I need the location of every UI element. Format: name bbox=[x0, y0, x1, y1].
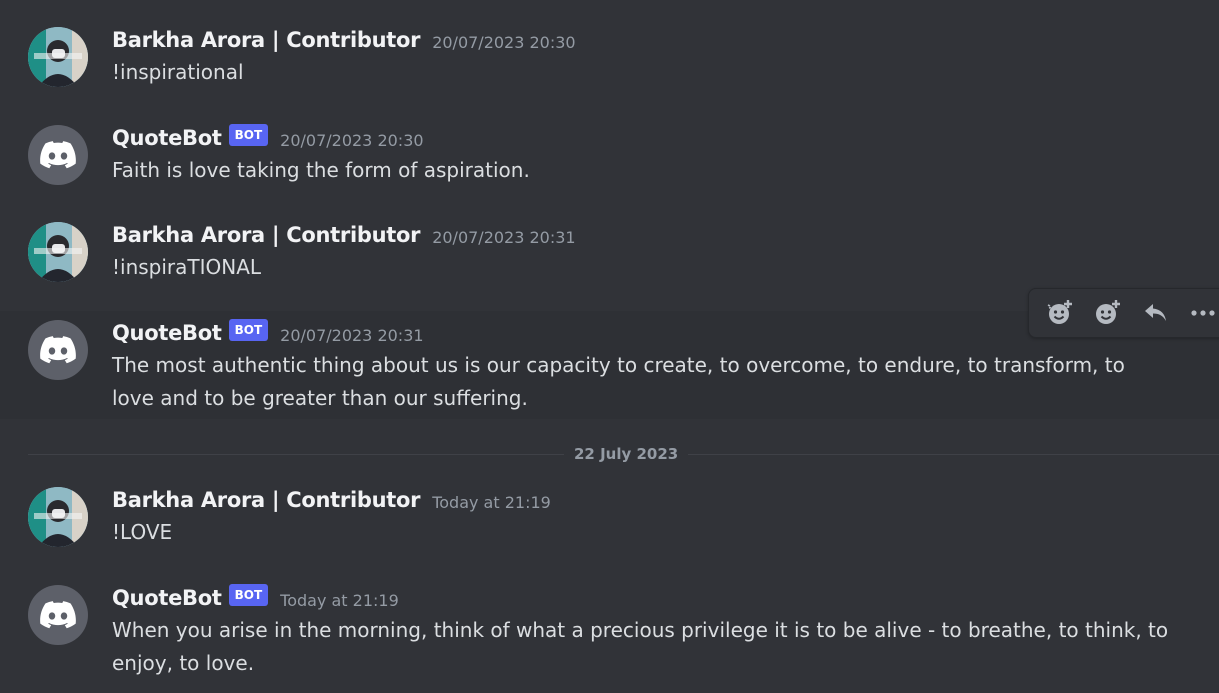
avatar[interactable] bbox=[28, 585, 88, 645]
reply-button[interactable] bbox=[1132, 293, 1180, 333]
add-super-reaction-icon bbox=[1047, 300, 1072, 324]
message-header: Barkha Arora | Contributor 20/07/2023 20… bbox=[112, 221, 576, 249]
avatar[interactable] bbox=[28, 320, 88, 380]
message-item[interactable]: Barkha Arora | Contributor 20/07/2023 20… bbox=[0, 18, 1219, 108]
discord-logo-icon bbox=[40, 601, 76, 629]
avatar[interactable] bbox=[28, 125, 88, 185]
timestamp[interactable]: 20/07/2023 20:30 bbox=[432, 33, 575, 52]
reply-icon bbox=[1144, 304, 1166, 321]
author-name[interactable]: Barkha Arora | Contributor bbox=[112, 223, 420, 247]
message-actions-toolbar bbox=[1028, 288, 1219, 338]
message-content: !LOVE bbox=[112, 520, 173, 544]
message-item[interactable]: QuoteBot BOT Today at 21:19 When you ari… bbox=[0, 576, 1219, 693]
add-super-reaction-button[interactable] bbox=[1037, 293, 1085, 333]
message-header: Barkha Arora | Contributor Today at 21:1… bbox=[112, 486, 551, 514]
more-options-button[interactable] bbox=[1180, 293, 1219, 333]
message-content: !inspiraTIONAL bbox=[112, 255, 262, 279]
more-icon bbox=[1191, 310, 1215, 316]
bot-badge: BOT bbox=[228, 124, 269, 146]
message-item[interactable]: Barkha Arora | Contributor Today at 21:1… bbox=[0, 478, 1219, 568]
bot-badge: BOT bbox=[228, 584, 269, 606]
message-content: !inspirational bbox=[112, 60, 244, 84]
avatar[interactable] bbox=[28, 27, 88, 87]
bot-badge: BOT bbox=[228, 319, 269, 341]
message-header: Barkha Arora | Contributor 20/07/2023 20… bbox=[112, 26, 576, 54]
message-content: The most authentic thing about us is our… bbox=[112, 353, 1125, 410]
date-divider-label: 22 July 2023 bbox=[564, 443, 689, 465]
timestamp[interactable]: Today at 21:19 bbox=[280, 591, 399, 610]
add-reaction-icon bbox=[1096, 300, 1121, 324]
timestamp[interactable]: 20/07/2023 20:30 bbox=[280, 131, 423, 150]
timestamp[interactable]: 20/07/2023 20:31 bbox=[280, 326, 423, 345]
author-name[interactable]: QuoteBot bbox=[112, 126, 222, 150]
message-content: When you arise in the morning, think of … bbox=[112, 618, 1169, 675]
author-name[interactable]: QuoteBot bbox=[112, 586, 222, 610]
chat-log: Barkha Arora | Contributor 20/07/2023 20… bbox=[0, 0, 1219, 693]
message-header: QuoteBot BOT 20/07/2023 20:31 bbox=[112, 319, 424, 347]
add-reaction-button[interactable] bbox=[1085, 293, 1133, 333]
message-header: QuoteBot BOT 20/07/2023 20:30 bbox=[112, 124, 424, 152]
message-header: QuoteBot BOT Today at 21:19 bbox=[112, 584, 399, 612]
author-name[interactable]: Barkha Arora | Contributor bbox=[112, 488, 420, 512]
message-content: Faith is love taking the form of aspirat… bbox=[112, 158, 530, 182]
avatar[interactable] bbox=[28, 222, 88, 282]
discord-logo-icon bbox=[40, 336, 76, 364]
timestamp[interactable]: 20/07/2023 20:31 bbox=[432, 228, 575, 247]
timestamp[interactable]: Today at 21:19 bbox=[432, 493, 551, 512]
avatar[interactable] bbox=[28, 487, 88, 547]
author-name[interactable]: QuoteBot bbox=[112, 321, 222, 345]
message-item[interactable]: QuoteBot BOT 20/07/2023 20:30 Faith is l… bbox=[0, 116, 1219, 206]
author-name[interactable]: Barkha Arora | Contributor bbox=[112, 28, 420, 52]
discord-logo-icon bbox=[40, 141, 76, 169]
